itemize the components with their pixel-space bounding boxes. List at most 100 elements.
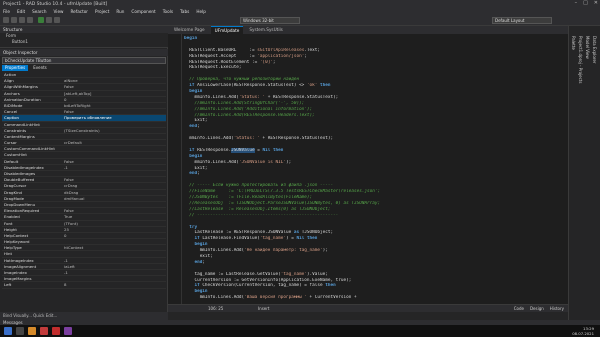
menu-item-component[interactable]: Component bbox=[131, 9, 155, 14]
platform-combo[interactable]: Windows 32-bit bbox=[240, 17, 300, 24]
property-value[interactable]: 0 bbox=[62, 233, 166, 238]
property-value[interactable]: iaLeft bbox=[62, 264, 166, 269]
search-icon[interactable] bbox=[16, 327, 24, 335]
property-name: Left bbox=[4, 282, 12, 288]
menu-item-project[interactable]: Project bbox=[95, 9, 109, 14]
code-token: begin bbox=[184, 36, 198, 41]
model-view-tab[interactable]: Model View bbox=[585, 36, 590, 59]
property-name: Caption bbox=[4, 115, 20, 121]
save-all-icon[interactable] bbox=[27, 17, 33, 23]
property-value[interactable] bbox=[62, 276, 166, 281]
property-value[interactable] bbox=[62, 146, 166, 151]
code-token: RESTResponse. bbox=[197, 147, 232, 153]
menu-item-run[interactable]: Run bbox=[116, 9, 124, 14]
save-icon[interactable] bbox=[19, 17, 25, 23]
property-value[interactable]: 0 bbox=[62, 97, 166, 102]
tab-ufmupdate[interactable]: UFmUpdate bbox=[210, 26, 244, 34]
rad-studio-icon[interactable] bbox=[52, 327, 60, 335]
property-value[interactable]: 25 bbox=[62, 227, 166, 232]
menu-item-tabs[interactable]: Tabs bbox=[180, 9, 189, 14]
property-value[interactable] bbox=[62, 72, 166, 77]
menu-item-view[interactable]: View bbox=[54, 9, 64, 14]
property-name: DragCursor bbox=[4, 183, 27, 189]
tab-events[interactable]: Events bbox=[30, 65, 50, 71]
code-token: TJSONObject; bbox=[299, 230, 334, 236]
minimize-button[interactable]: – bbox=[575, 0, 578, 6]
app-icon[interactable] bbox=[64, 327, 72, 335]
property-value[interactable]: htContext bbox=[62, 245, 166, 250]
code-area[interactable]: begin RESTClient.BaseURL := sGitUrlApiRe… bbox=[184, 36, 564, 304]
property-value[interactable]: (TSizeConstraints) bbox=[62, 128, 166, 133]
projects-tab[interactable]: Project1.dproj - Projects bbox=[578, 36, 583, 83]
property-value[interactable]: crDrag bbox=[62, 183, 166, 188]
code-token: exit; bbox=[184, 253, 213, 259]
editor-status-bar: 106: 25 Insert Code Design History bbox=[168, 304, 568, 312]
property-value[interactable]: alNone bbox=[62, 78, 166, 83]
code-token: 'Status: ' bbox=[238, 94, 266, 100]
inspector-footer[interactable]: Bind Visually... Quick Edit... bbox=[0, 312, 168, 320]
property-row[interactable]: Left 8 bbox=[2, 282, 166, 289]
property-value[interactable]: -1 bbox=[62, 165, 166, 170]
system-clock[interactable]: 13:29 08.07.2021 bbox=[572, 326, 594, 336]
explorer-icon[interactable] bbox=[28, 327, 36, 335]
property-value[interactable]: False bbox=[62, 84, 166, 89]
property-value[interactable]: crDefault bbox=[62, 140, 166, 145]
property-value[interactable]: dkDrag bbox=[62, 190, 166, 195]
run-without-debug-icon[interactable] bbox=[46, 17, 52, 23]
property-value[interactable]: False bbox=[62, 177, 166, 182]
tab-welcome-page[interactable]: Welcome Page bbox=[170, 26, 209, 34]
property-value[interactable]: dmManual bbox=[62, 196, 166, 201]
property-value[interactable] bbox=[62, 251, 166, 256]
layout-combo[interactable]: Default Layout bbox=[492, 17, 552, 24]
menu-item-help[interactable]: Help bbox=[196, 9, 206, 14]
structure-child[interactable]: Button1 bbox=[0, 39, 168, 45]
palette-tab[interactable]: Palette bbox=[571, 36, 576, 50]
property-value[interactable]: Проверить обновление bbox=[62, 115, 166, 120]
start-icon[interactable] bbox=[4, 327, 12, 335]
property-value[interactable]: bdLeftToRight bbox=[62, 103, 166, 108]
property-name: Cursor bbox=[4, 140, 17, 146]
property-value[interactable]: False bbox=[62, 159, 166, 164]
menu-item-search[interactable]: Search bbox=[32, 9, 46, 14]
property-value[interactable]: -1 bbox=[62, 258, 166, 263]
tab-sysutils[interactable]: System.SysUtils bbox=[245, 26, 286, 34]
property-value[interactable]: False bbox=[62, 109, 166, 114]
property-value[interactable] bbox=[62, 239, 166, 244]
code-token: mmInfo.Lines.Add( bbox=[184, 295, 245, 301]
code-token: begin bbox=[184, 289, 208, 295]
property-name: HelpContext bbox=[4, 232, 29, 238]
code-line[interactable]: mmInfo.Lines.Add('Ваша версия программы … bbox=[184, 295, 564, 301]
menu-item-edit[interactable]: Edit bbox=[17, 9, 25, 14]
code-token: //mmInfo.Lines.Add('Additional informati… bbox=[184, 106, 313, 112]
menu-item-tools[interactable]: Tools bbox=[163, 9, 173, 14]
property-value[interactable] bbox=[62, 202, 166, 207]
property-value[interactable] bbox=[62, 134, 166, 139]
close-button[interactable]: ✕ bbox=[594, 0, 598, 6]
code-token: //FileName := 'C:\PROJECTS\7.3.5 TestsRE… bbox=[184, 189, 381, 195]
property-value[interactable]: 8 bbox=[62, 282, 166, 287]
maximize-button[interactable]: □ bbox=[583, 0, 588, 6]
property-name: AlignWithMargins bbox=[4, 84, 38, 90]
code-token: LastRelease.FindValue( bbox=[202, 236, 260, 242]
property-value[interactable]: [akLeft,akTop] bbox=[62, 91, 166, 96]
new-icon[interactable] bbox=[3, 17, 9, 23]
pause-icon[interactable] bbox=[54, 17, 60, 23]
property-value[interactable]: -1 bbox=[62, 270, 166, 275]
menu-item-refactor[interactable]: Refactor bbox=[70, 9, 88, 14]
browser-icon[interactable] bbox=[40, 327, 48, 335]
property-value[interactable] bbox=[62, 122, 166, 127]
code-token: 'Status: ' bbox=[233, 136, 260, 142]
code-token: // Проверка, что нужный репозиторий найд… bbox=[184, 77, 300, 83]
data-explorer-tab[interactable]: Data Explorer bbox=[592, 36, 597, 63]
property-value[interactable] bbox=[62, 171, 166, 176]
property-value[interactable]: (TFont) bbox=[62, 221, 166, 226]
run-icon[interactable] bbox=[38, 17, 44, 23]
menu-item-file[interactable]: File bbox=[3, 9, 10, 14]
property-value[interactable] bbox=[62, 152, 166, 157]
tab-properties[interactable]: Properties bbox=[2, 65, 29, 71]
property-value[interactable]: False bbox=[62, 208, 166, 213]
open-icon[interactable] bbox=[11, 17, 17, 23]
object-selector[interactable]: bCheckUpdate TButton bbox=[2, 57, 166, 64]
code-token: '[0]' bbox=[259, 59, 273, 65]
property-value[interactable]: True bbox=[62, 214, 166, 219]
